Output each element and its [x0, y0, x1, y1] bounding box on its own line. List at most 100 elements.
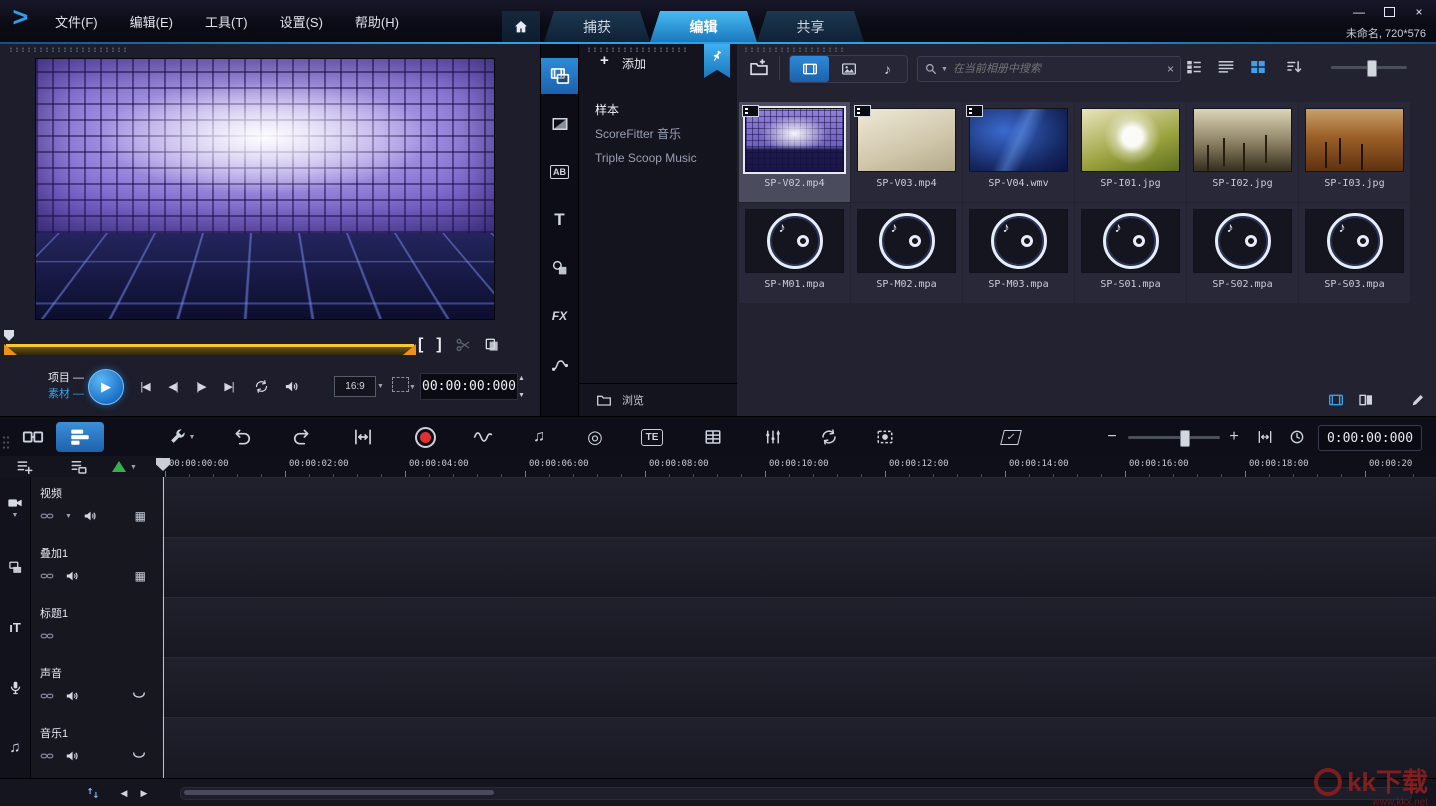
cue-caret-icon[interactable]: ▼ — [130, 464, 137, 471]
import-media-folder-icon[interactable] — [749, 58, 769, 78]
track-mute-speaker-icon[interactable] — [65, 689, 79, 703]
track-header-video[interactable]: ▼ 视频 ▼ ▦ — [0, 477, 163, 538]
scroll-lock-icon[interactable] — [86, 786, 100, 800]
split-clip-scissors-icon[interactable] — [455, 337, 471, 353]
ripple-link-icon[interactable] — [40, 749, 54, 763]
zoom-out-button[interactable]: − — [1100, 422, 1124, 452]
timecode-spinner[interactable]: ▲▼ — [518, 373, 525, 402]
ripple-link-icon[interactable] — [40, 629, 54, 643]
clip-mode-label[interactable]: 素材 — — [42, 386, 84, 402]
mix-audio-button[interactable] — [754, 422, 792, 452]
zoom-in-button[interactable]: + — [1222, 422, 1246, 452]
strip-filter-button[interactable]: FX — [541, 298, 578, 334]
undo-button[interactable] — [224, 422, 262, 452]
storyboard-view-button[interactable] — [14, 422, 52, 452]
view-detail-button[interactable] — [1217, 58, 1235, 76]
home-tab[interactable] — [502, 11, 540, 42]
track-header-music[interactable]: ♫ 音乐1 — [0, 717, 163, 779]
media-item[interactable]: SP-S03.mpa — [1299, 203, 1410, 303]
search-options-caret-icon[interactable]: ▼ — [941, 66, 948, 73]
media-item[interactable]: SP-I01.jpg — [1075, 102, 1186, 202]
mark-in-button[interactable]: [ — [418, 336, 423, 354]
record-capture-button[interactable] — [406, 422, 444, 452]
music-track-type[interactable]: ♫ — [0, 717, 31, 778]
view-list-button[interactable] — [1185, 58, 1203, 76]
maximize-button[interactable] — [1378, 4, 1400, 20]
project-mode-label[interactable]: 项目 — — [42, 370, 84, 386]
track-transparency-icon[interactable]: ▦ — [135, 509, 146, 523]
subtitle-editor-button[interactable]: TE — [632, 422, 672, 452]
track-options-icon[interactable] — [70, 458, 88, 476]
ripple-link-icon[interactable] — [40, 509, 54, 523]
volume-fade-icon[interactable] — [132, 689, 146, 703]
track-lane-video[interactable] — [162, 477, 1436, 539]
playhead-line[interactable] — [163, 477, 164, 778]
view-thumbnail-button[interactable] — [1249, 58, 1267, 76]
track-manager-icon[interactable] — [16, 458, 34, 476]
play-button[interactable]: ▶ — [88, 369, 124, 405]
repeat-button[interactable] — [248, 376, 274, 396]
trim-region-button[interactable] — [344, 422, 382, 452]
library-panel-toggle-icon[interactable] — [1328, 392, 1344, 408]
ripple-link-icon[interactable] — [40, 569, 54, 583]
add-cue-button[interactable] — [112, 461, 126, 472]
scroll-left-button[interactable]: ◀ — [116, 786, 132, 800]
folder-item-triple-scoop[interactable]: Triple Scoop Music — [578, 146, 738, 170]
thumbnail-zoom-slider[interactable] — [1331, 58, 1407, 76]
menu-file[interactable]: 文件(F) — [55, 12, 98, 31]
track-mute-speaker-icon[interactable] — [83, 509, 97, 523]
previous-frame-button[interactable]: ◀| — [160, 376, 186, 396]
trim-bar[interactable] — [6, 344, 414, 355]
link-caret-icon[interactable]: ▼ — [65, 513, 72, 520]
spin-up-icon[interactable]: ▲ — [518, 375, 525, 383]
strip-title-button[interactable]: T — [541, 202, 578, 238]
menu-help[interactable]: 帮助(H) — [355, 12, 399, 31]
search-clear-icon[interactable]: × — [1167, 62, 1174, 76]
pin-panel-button[interactable] — [704, 44, 730, 78]
track-lane-music[interactable] — [162, 717, 1436, 780]
edit-tools-button[interactable]: ▼ — [156, 422, 206, 452]
aspect-ratio-select[interactable]: 16:9 — [334, 376, 376, 397]
mask-creator-button[interactable] — [866, 422, 904, 452]
timeline-zoom-slider[interactable] — [1128, 429, 1220, 445]
split-screen-template-button[interactable] — [694, 422, 732, 452]
media-item[interactable]: SP-S02.mpa — [1187, 203, 1298, 303]
add-label[interactable]: 添加 — [622, 55, 646, 72]
media-item[interactable]: SP-I02.jpg — [1187, 102, 1298, 202]
spin-down-icon[interactable]: ▼ — [518, 392, 525, 400]
tab-share[interactable]: 共享 — [757, 11, 864, 42]
rotate-360-button[interactable] — [810, 422, 848, 452]
folder-item-samples[interactable]: 样本 — [578, 98, 738, 122]
track-mute-speaker-icon[interactable] — [65, 569, 79, 583]
timeline-view-button[interactable] — [56, 422, 104, 452]
auto-music-button[interactable]: ♫ — [520, 422, 558, 452]
scroll-right-button[interactable]: ▶ — [136, 786, 152, 800]
gallery-search-box[interactable]: ▼ × — [917, 56, 1181, 82]
media-item[interactable]: SP-V02.mp4 — [739, 102, 850, 202]
enlarge-preview-icon[interactable] — [484, 337, 500, 353]
folder-item-scorefitter[interactable]: ScoreFitter 音乐 — [578, 122, 738, 146]
motion-tracking-button[interactable]: ◎ — [576, 422, 614, 452]
ripple-link-icon[interactable] — [40, 689, 54, 703]
media-item[interactable]: SP-V04.wmv — [963, 102, 1074, 202]
edit-pencil-icon[interactable] — [1410, 392, 1426, 408]
minimize-button[interactable]: — — [1348, 4, 1370, 20]
trim-marker-flag[interactable] — [4, 330, 14, 341]
add-icon[interactable]: + — [600, 52, 609, 69]
options-panel-toggle-icon[interactable] — [1358, 392, 1374, 408]
browse-button[interactable]: 浏览 — [578, 383, 738, 416]
go-to-end-button[interactable]: ▶| — [216, 376, 242, 396]
filter-audio-button[interactable]: ♪ — [868, 56, 907, 82]
scrollbar-thumb[interactable] — [184, 790, 494, 795]
tab-edit[interactable]: 编辑 — [650, 11, 757, 42]
marquee-select-button[interactable] — [392, 377, 409, 392]
timeline-ruler[interactable]: 00:00:00:00 00:00:02:00 00:00:04:00 00:0… — [162, 456, 1436, 478]
mark-out-button[interactable]: ] — [436, 336, 441, 354]
media-item[interactable]: SP-S01.mpa — [1075, 203, 1186, 303]
fit-project-button[interactable] — [1250, 422, 1280, 452]
media-item[interactable]: SP-M02.mpa — [851, 203, 962, 303]
voice-track-type[interactable] — [0, 657, 31, 717]
slider-thumb[interactable] — [1367, 60, 1377, 77]
sort-button[interactable] — [1285, 58, 1303, 76]
menu-edit[interactable]: 编辑(E) — [130, 12, 173, 31]
